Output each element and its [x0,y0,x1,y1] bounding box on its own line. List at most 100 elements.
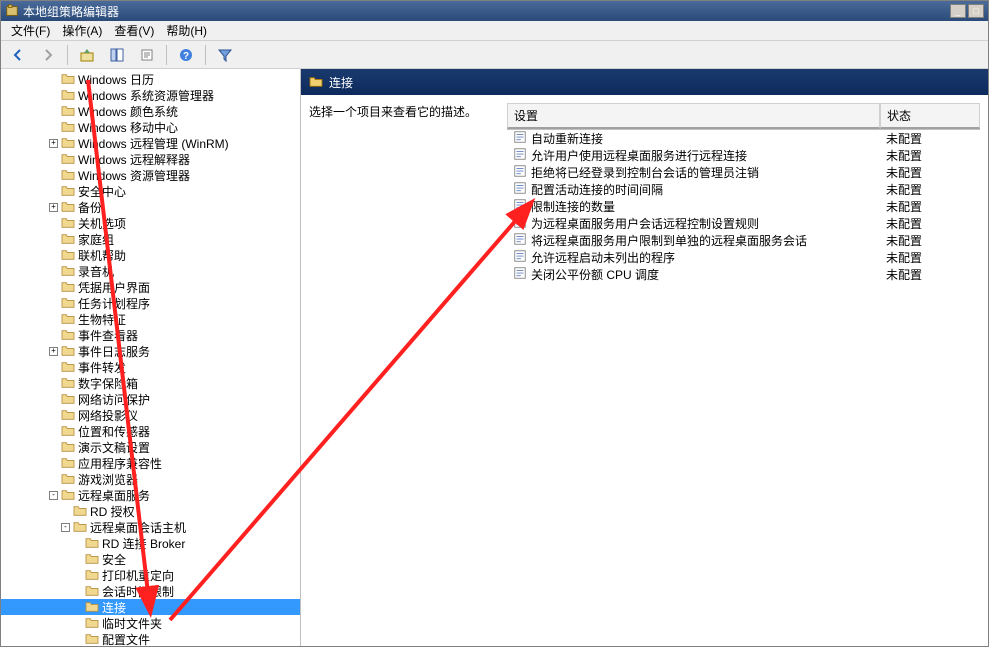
expander-icon[interactable]: - [61,523,70,532]
expander-icon[interactable]: + [49,139,58,148]
tree-node[interactable]: 数字保险箱 [1,375,300,391]
tree-label: 会话时间限制 [102,583,174,600]
setting-icon [513,198,527,215]
tree-node[interactable]: 应用程序兼容性 [1,455,300,471]
column-state[interactable]: 状态 [880,103,980,129]
setting-state: 未配置 [880,181,980,198]
setting-row[interactable]: 自动重新连接未配置 [507,130,980,147]
tree-node[interactable]: 事件转发 [1,359,300,375]
setting-name: 为远程桌面服务用户会话远程控制设置规则 [531,215,759,232]
tree-label: 数字保险箱 [78,375,138,392]
setting-row[interactable]: 允许用户使用远程桌面服务进行远程连接未配置 [507,147,980,164]
setting-row[interactable]: 允许远程启动未列出的程序未配置 [507,249,980,266]
tree-node[interactable]: RD 授权 [1,503,300,519]
menu-file[interactable]: 文件(F) [5,20,56,41]
tree-node[interactable]: 任务计划程序 [1,295,300,311]
setting-state: 未配置 [880,232,980,249]
tree-label: 家庭组 [78,231,114,248]
tree-node[interactable]: Windows 资源管理器 [1,167,300,183]
tree-label: Windows 资源管理器 [78,167,190,184]
setting-row[interactable]: 为远程桌面服务用户会话远程控制设置规则 未配置 [507,215,980,232]
tree-node[interactable]: 凭据用户界面 [1,279,300,295]
setting-row[interactable]: 关闭公平份额 CPU 调度未配置 [507,266,980,283]
tree-node[interactable]: Windows 日历 [1,71,300,87]
svg-text:?: ? [183,51,189,62]
tree-label: RD 连接 Broker [102,535,185,552]
tree-node[interactable]: 连接 [1,599,300,615]
tree-node[interactable]: -远程桌面会话主机 [1,519,300,535]
menu-view[interactable]: 查看(V) [108,20,160,41]
setting-state: 未配置 [880,215,980,232]
setting-icon [513,164,527,181]
tree-node[interactable]: 关机选项 [1,215,300,231]
tree-node[interactable]: 生物特征 [1,311,300,327]
setting-icon [513,266,527,283]
tree-node[interactable]: 安全中心 [1,183,300,199]
tree-node[interactable]: 网络投影仪 [1,407,300,423]
maximize-button[interactable]: □ [968,4,984,18]
help-button[interactable]: ? [175,44,197,66]
show-hide-tree-button[interactable] [106,44,128,66]
tree-node[interactable]: 联机帮助 [1,247,300,263]
tree-panel[interactable]: Windows 日历Windows 系统资源管理器Windows 颜色系统Win… [1,69,301,646]
tree-node[interactable]: 录音机 [1,263,300,279]
setting-name: 关闭公平份额 CPU 调度 [531,266,659,283]
toolbar: ? [1,41,988,69]
back-button[interactable] [7,44,29,66]
setting-name: 配置活动连接的时间间隔 [531,181,663,198]
column-setting[interactable]: 设置 [507,103,880,129]
tree-label: 连接 [102,599,126,616]
setting-icon [513,147,527,164]
tree-node[interactable]: 游戏浏览器 [1,471,300,487]
tree-node[interactable]: 会话时间限制 [1,583,300,599]
setting-row[interactable]: 配置活动连接的时间间隔 未配置 [507,181,980,198]
content-area: Windows 日历Windows 系统资源管理器Windows 颜色系统Win… [1,69,988,646]
expander-icon[interactable]: - [49,491,58,500]
tree-node[interactable]: Windows 颜色系统 [1,103,300,119]
tree-node[interactable]: 配置文件 [1,631,300,646]
tree-node[interactable]: 临时文件夹 [1,615,300,631]
tree-node[interactable]: Windows 移动中心 [1,119,300,135]
tree-label: 应用程序兼容性 [78,455,162,472]
tree-node[interactable]: +备份 [1,199,300,215]
menu-help[interactable]: 帮助(H) [160,20,213,41]
tree-node[interactable]: Windows 系统资源管理器 [1,87,300,103]
up-button[interactable] [76,44,98,66]
tree-node[interactable]: RD 连接 Broker [1,535,300,551]
tree-label: 打印机重定向 [102,567,174,584]
tree-node[interactable]: 打印机重定向 [1,567,300,583]
setting-row[interactable]: 拒绝将已经登录到控制台会话的管理员注销未配置 [507,164,980,181]
tree-label: 网络访问保护 [78,391,150,408]
tree-node[interactable]: +Windows 远程管理 (WinRM) [1,135,300,151]
tree-node[interactable]: 家庭组 [1,231,300,247]
tree-node[interactable]: 演示文稿设置 [1,439,300,455]
expander-icon[interactable]: + [49,203,58,212]
setting-icon [513,215,527,232]
setting-icon [513,249,527,266]
tree-node[interactable]: Windows 远程解释器 [1,151,300,167]
filter-button[interactable] [214,44,236,66]
tree-label: 事件转发 [78,359,126,376]
setting-row[interactable]: 限制连接的数量未配置 [507,198,980,215]
expander-icon[interactable]: + [49,347,58,356]
setting-row[interactable]: 将远程桌面服务用户限制到单独的远程桌面服务会话未配置 [507,232,980,249]
tree-label: 演示文稿设置 [78,439,150,456]
tree-label: 凭据用户界面 [78,279,150,296]
tree-node[interactable]: +事件日志服务 [1,343,300,359]
setting-icon [513,232,527,249]
tree-label: 临时文件夹 [102,615,162,632]
export-button[interactable] [136,44,158,66]
tree-label: Windows 远程解释器 [78,151,190,168]
tree-node[interactable]: -远程桌面服务 [1,487,300,503]
forward-button[interactable] [37,44,59,66]
window-title: 本地组策略编辑器 [23,3,950,20]
minimize-button[interactable]: _ [950,4,966,18]
tree-node[interactable]: 事件查看器 [1,327,300,343]
tree-node[interactable]: 位置和传感器 [1,423,300,439]
tree-node[interactable]: 安全 [1,551,300,567]
tree-node[interactable]: 网络访问保护 [1,391,300,407]
tree-label: RD 授权 [90,503,135,520]
menu-action[interactable]: 操作(A) [56,20,108,41]
setting-name: 限制连接的数量 [531,198,615,215]
tree-label: 安全中心 [78,183,126,200]
